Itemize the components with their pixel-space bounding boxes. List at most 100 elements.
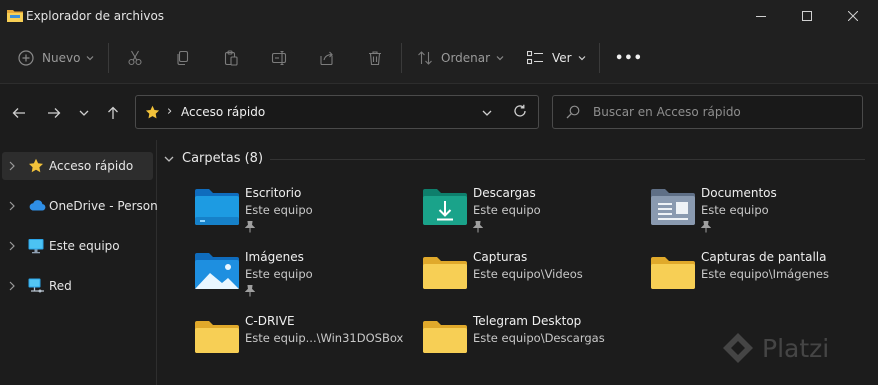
delete-icon (369, 51, 381, 66)
forward-button[interactable] (43, 102, 65, 124)
sidebar-item-onedrive[interactable]: OneDrive - Personal (2, 192, 168, 220)
folder-tile-pictures[interactable]: Imágenes Este equipo (194, 247, 414, 305)
chevron-right-icon[interactable] (8, 161, 16, 171)
monitor-icon (28, 239, 44, 254)
refresh-button[interactable] (513, 104, 527, 121)
chevron-right-icon[interactable] (8, 201, 16, 211)
paste-icon (224, 50, 238, 66)
folder-name: Descargas (473, 186, 536, 200)
chevron-right-icon[interactable] (8, 241, 16, 251)
back-button[interactable] (8, 102, 30, 124)
search-input[interactable] (593, 104, 853, 120)
folder-name: Telegram Desktop (473, 314, 582, 328)
window-title: Explorador de archivos (26, 9, 165, 23)
sidebar-item-label: OneDrive - Personal (49, 199, 169, 213)
sidebar-item-label: Red (49, 279, 72, 293)
star-icon (145, 105, 160, 123)
breadcrumb[interactable]: Acceso rápido (181, 105, 265, 119)
folder-tile-c-drive[interactable]: C-DRIVE Este equip...\Win31DOSBox (194, 311, 414, 369)
folder-location: Este equipo (245, 203, 313, 217)
folder-tile-desktop[interactable]: Escritorio Este equipo (194, 183, 414, 241)
folder-icon (423, 321, 467, 353)
folder-location: Este equipo\Descargas (473, 331, 605, 345)
copy-button[interactable] (175, 45, 191, 71)
search-box[interactable] (552, 95, 863, 129)
section-title: Carpetas (8) (182, 151, 264, 166)
close-icon (848, 11, 858, 21)
sidebar-item-this-pc[interactable]: Este equipo (2, 232, 153, 260)
address-history-dropdown[interactable] (482, 107, 492, 121)
sidebar-item-network[interactable]: Red (2, 272, 153, 300)
platzi-watermark: Platzi (720, 330, 829, 366)
chevron-right-icon[interactable] (8, 281, 16, 291)
folder-name: Documentos (701, 186, 777, 200)
folder-name: Escritorio (245, 186, 302, 200)
cloud-icon (29, 200, 46, 211)
folder-tile-telegram-desktop[interactable]: Telegram Desktop Este equipo\Descargas (422, 311, 642, 369)
pin-icon (701, 221, 711, 233)
folder-icon (423, 257, 467, 289)
refresh-icon (514, 104, 526, 117)
title-bar: Explorador de archivos (0, 0, 878, 32)
view-button[interactable]: Ver (527, 45, 586, 71)
pin-icon (473, 221, 483, 233)
rename-button[interactable] (271, 45, 289, 71)
folder-icon (195, 321, 239, 353)
folder-tile-downloads[interactable]: Descargas Este equipo (422, 183, 642, 241)
watermark-text: Platzi (762, 333, 830, 363)
chevron-down-icon (86, 56, 94, 61)
view-label: Ver (552, 51, 572, 65)
chevron-down-icon (164, 156, 174, 162)
divider (401, 43, 402, 73)
sort-label: Ordenar (441, 51, 491, 65)
copy-icon (177, 50, 189, 66)
breadcrumb-separator: › (167, 104, 173, 119)
recent-locations-button[interactable] (73, 102, 95, 124)
cut-icon (128, 50, 142, 66)
documents-folder-icon (651, 189, 695, 225)
desktop-folder-icon (195, 189, 239, 225)
sidebar-item-quick-access[interactable]: Acceso rápido (2, 152, 153, 180)
rename-icon (271, 50, 287, 66)
chevron-down-icon (496, 56, 504, 61)
folder-tile-capturas[interactable]: Capturas Este equipo\Videos (422, 247, 642, 305)
arrow-up-icon (108, 106, 118, 119)
new-button[interactable]: Nuevo (18, 45, 94, 71)
up-button[interactable] (102, 102, 124, 124)
downloads-folder-icon (423, 189, 467, 225)
folder-location: Este equipo\Videos (473, 267, 583, 281)
chevron-down-icon (578, 56, 586, 61)
address-row: › Acceso rápido (0, 84, 878, 140)
folder-location: Este equipo (701, 203, 769, 217)
folder-name: C-DRIVE (245, 314, 295, 328)
folder-name: Capturas de pantalla (701, 250, 827, 264)
address-bar[interactable]: › Acceso rápido (135, 95, 539, 129)
file-explorer-icon (7, 8, 23, 22)
star-icon (29, 158, 43, 173)
folder-icon (651, 257, 695, 289)
folders-section-header[interactable]: Carpetas (8) (164, 151, 263, 166)
chevron-down-icon (79, 110, 89, 116)
share-icon (320, 51, 333, 66)
view-list-icon (527, 51, 543, 65)
minimize-button[interactable] (738, 0, 784, 32)
cut-button[interactable] (127, 45, 143, 71)
folder-tile-documents[interactable]: Documentos Este equipo (650, 183, 870, 241)
folder-tile-screenshots[interactable]: Capturas de pantalla Este equipo\Imágene… (650, 247, 870, 305)
maximize-button[interactable] (784, 0, 830, 32)
section-divider (270, 159, 865, 160)
delete-button[interactable] (367, 45, 383, 71)
divider (599, 43, 600, 73)
plus-circle-icon (18, 50, 34, 66)
close-button[interactable] (830, 0, 876, 32)
arrow-right-icon (48, 108, 61, 118)
chevron-down-icon (482, 110, 492, 116)
command-bar: Nuevo Ordenar Ver ••• (0, 32, 878, 84)
pictures-folder-icon (195, 253, 239, 289)
share-button[interactable] (319, 45, 335, 71)
sort-icon (418, 51, 432, 65)
sort-button[interactable]: Ordenar (417, 45, 504, 71)
more-options-button[interactable]: ••• (615, 45, 643, 71)
minimize-icon (756, 16, 766, 17)
paste-button[interactable] (223, 45, 239, 71)
